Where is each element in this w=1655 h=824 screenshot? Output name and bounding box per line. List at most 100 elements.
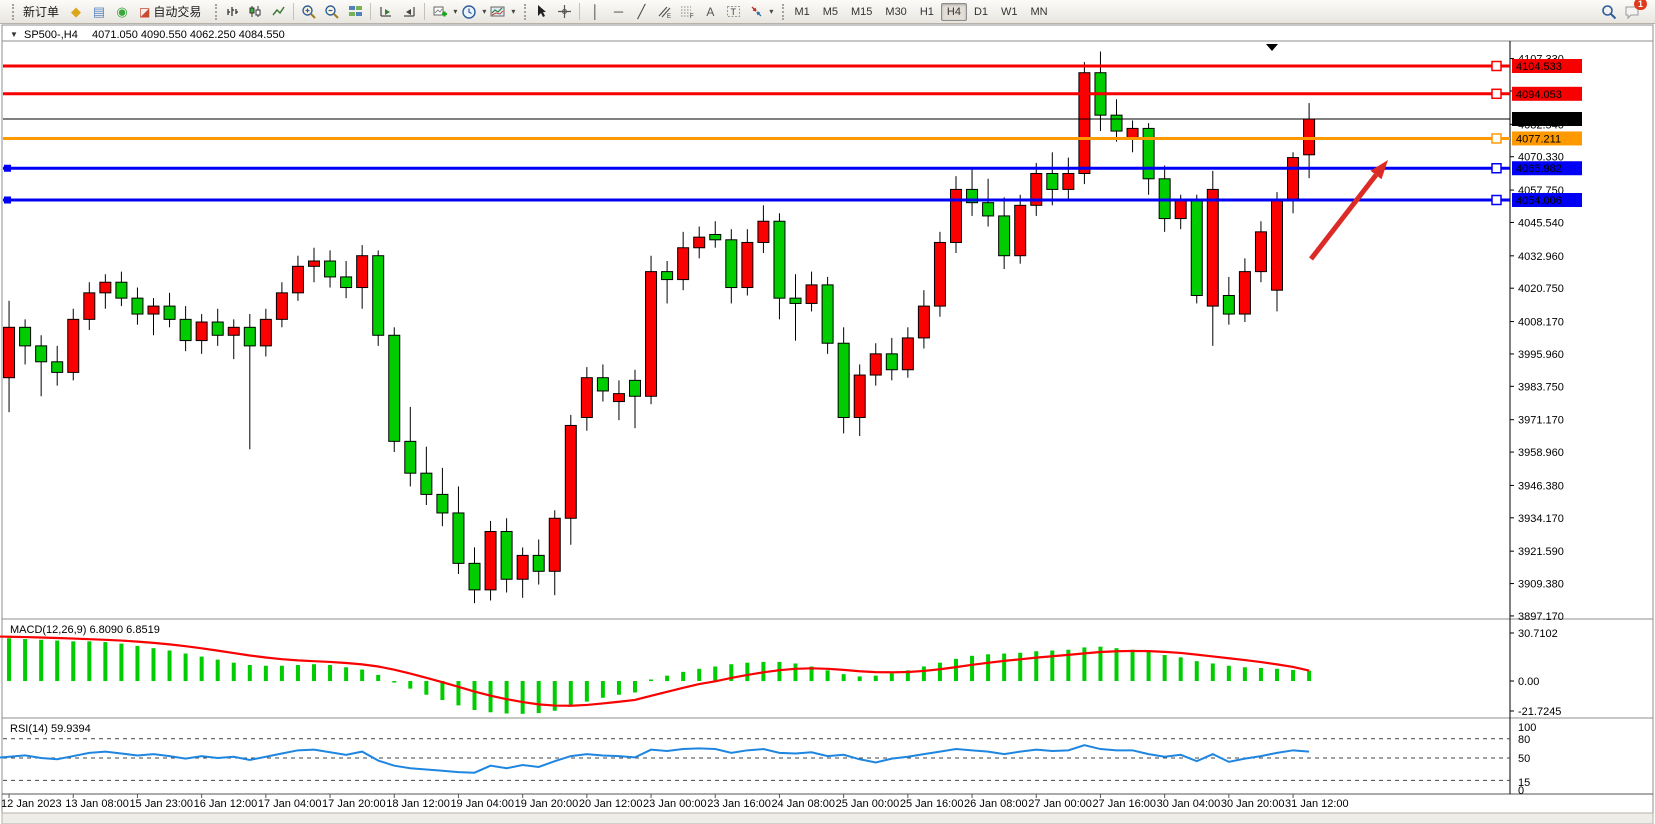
vertical-line-icon[interactable]: │: [584, 1, 606, 23]
svg-text:4065.982: 4065.982: [1516, 163, 1562, 175]
timeframe-m5[interactable]: M5: [817, 3, 844, 21]
price-tick: 3971.170: [1518, 415, 1564, 427]
candle-body: [325, 261, 336, 277]
timeframe-w1[interactable]: W1: [995, 3, 1024, 21]
svg-text:4077.211: 4077.211: [1516, 133, 1561, 145]
tile-windows-icon[interactable]: [344, 1, 366, 23]
time-tick-label: 16 Jan 12:00: [194, 798, 258, 810]
timeframe-d1[interactable]: D1: [968, 3, 994, 21]
toolbar-grip3[interactable]: [519, 4, 526, 20]
trendline-icon[interactable]: ╱: [630, 1, 652, 23]
candle-body: [1304, 119, 1315, 155]
candle-body: [100, 282, 111, 293]
time-tick-label: 17 Jan 04:00: [258, 798, 322, 810]
crosshair-icon[interactable]: [553, 1, 575, 23]
text-label-icon[interactable]: T: [722, 1, 744, 23]
candle-body: [1207, 189, 1218, 306]
line-anchor-handle: [1492, 62, 1501, 71]
candle-body: [581, 378, 592, 418]
line-chart-icon[interactable]: [267, 1, 289, 23]
svg-text:4104.533: 4104.533: [1516, 61, 1562, 73]
candle-body: [453, 513, 464, 563]
timeframe-mn[interactable]: MN: [1025, 3, 1054, 21]
candle-body: [164, 306, 175, 319]
candle-body: [934, 242, 945, 306]
svg-text:E: E: [667, 14, 671, 19]
main-toolbar: 新订单 ◆ ▤ ◉ ◪ 自动交易 ▾: [0, 0, 1655, 24]
svg-text:F: F: [690, 14, 694, 19]
candle-body: [501, 532, 512, 580]
period-caret[interactable]: ▾: [482, 7, 486, 16]
timeframe-h1[interactable]: H1: [914, 3, 940, 21]
candle-body: [116, 282, 127, 298]
rsi-scale-label: 100: [1518, 722, 1536, 734]
autotrading-button[interactable]: ◪ 自动交易: [134, 1, 206, 22]
text-tool-icon[interactable]: A: [699, 1, 721, 23]
cursor-icon[interactable]: [530, 1, 552, 23]
timeframe-m15[interactable]: M15: [845, 3, 878, 21]
auto-scroll-icon[interactable]: [375, 1, 397, 23]
fibonacci-icon[interactable]: F: [676, 1, 698, 23]
candle-body: [421, 473, 432, 494]
price-tick: 3921.590: [1518, 546, 1564, 558]
candle-body: [292, 266, 303, 293]
arrows-caret[interactable]: ▾: [769, 7, 773, 16]
zoom-out-icon[interactable]: [321, 1, 343, 23]
candle-body: [437, 494, 448, 513]
horizontal-line-icon[interactable]: ─: [607, 1, 629, 23]
template-caret[interactable]: ▾: [511, 7, 515, 16]
price-tick: 3995.960: [1518, 349, 1564, 361]
toolbar-grip[interactable]: [7, 4, 14, 20]
timeframe-m1[interactable]: M1: [788, 3, 815, 21]
timeframe-h4[interactable]: H4: [941, 3, 967, 21]
candlestick-chart-icon[interactable]: [244, 1, 266, 23]
add-indicator-caret[interactable]: ▾: [453, 7, 457, 16]
period-clock-icon[interactable]: [458, 1, 480, 23]
price-tick: 3897.170: [1518, 611, 1564, 623]
bar-chart-icon[interactable]: [221, 1, 243, 23]
toolbar-grip4[interactable]: [777, 4, 784, 20]
arrows-tool-icon[interactable]: [745, 1, 767, 23]
terminal-window: 新订单 ◆ ▤ ◉ ◪ 自动交易 ▾: [0, 0, 1655, 824]
chart-canvas[interactable]: 4107.3304095.1204082.5404070.3304057.750…: [0, 24, 1655, 824]
terminal-signal-icon[interactable]: ◉: [111, 1, 133, 23]
candle-body: [132, 298, 143, 314]
line-anchor-handle: [1492, 164, 1501, 173]
price-tick: 4032.960: [1518, 251, 1564, 263]
candle-body: [918, 306, 929, 338]
time-tick-label: 27 Jan 16:00: [1092, 798, 1156, 810]
zoom-in-icon[interactable]: [298, 1, 320, 23]
candle-body: [646, 272, 657, 397]
chart-header-collapse-icon[interactable]: ▼: [10, 30, 18, 39]
candle-body: [357, 256, 368, 288]
candle-body: [52, 362, 63, 373]
candle-body: [68, 319, 79, 372]
add-indicator-icon[interactable]: [429, 1, 451, 23]
time-tick-label: 26 Jan 08:00: [964, 798, 1028, 810]
new-order-button[interactable]: 新订单: [18, 1, 64, 22]
new-order-label: 新订单: [23, 3, 59, 20]
channel-icon[interactable]: E: [653, 1, 675, 23]
time-tick-label: 31 Jan 12:00: [1285, 798, 1349, 810]
market-watch-icon[interactable]: ◆: [65, 1, 87, 23]
line-anchor-handle: [1492, 89, 1501, 98]
toolbar-grip2[interactable]: [210, 4, 217, 20]
candle-body: [726, 240, 737, 288]
candle-body: [36, 346, 47, 362]
candle-body: [1111, 115, 1122, 131]
candle-body: [662, 272, 673, 280]
time-tick-label: 30 Jan 04:00: [1157, 798, 1221, 810]
chart-shift-icon[interactable]: [398, 1, 420, 23]
template-icon[interactable]: [487, 1, 509, 23]
candle-body: [84, 293, 95, 320]
candle-body: [742, 242, 753, 287]
candle-body: [774, 221, 785, 298]
svg-text:4084.550: 4084.550: [1516, 114, 1562, 126]
macd-scale-label: 30.7102: [1518, 628, 1558, 640]
notifications-chat-icon[interactable]: 1: [1621, 1, 1643, 23]
timeframe-m30[interactable]: M30: [879, 3, 912, 21]
candle-body: [212, 322, 223, 335]
navigator-icon[interactable]: ▤: [88, 1, 110, 23]
time-tick-label: 23 Jan 16:00: [707, 798, 771, 810]
search-icon[interactable]: [1598, 1, 1620, 23]
